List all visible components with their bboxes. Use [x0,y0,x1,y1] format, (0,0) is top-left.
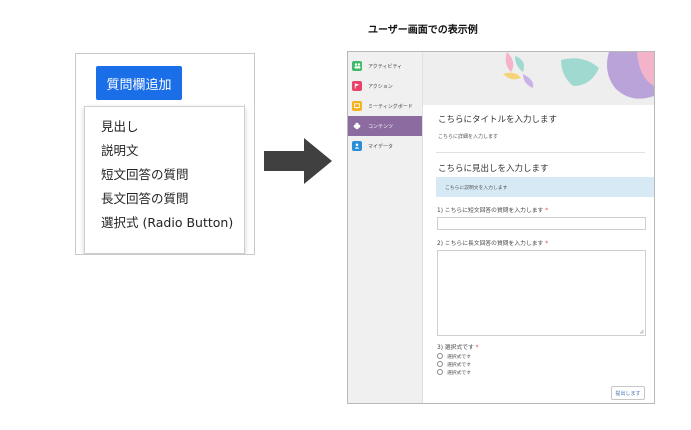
content-detail: こちらに詳細を入力します [438,134,499,140]
radio-button[interactable] [437,353,443,359]
description-text: こちらに説明文を入力します [445,185,508,191]
menu-item-long-answer[interactable]: 長文回答の質問 [85,187,244,211]
question-type-menu: 見出し 説明文 短文回答の質問 長文回答の質問 選択式 (Radio Butto… [84,106,245,254]
divider [436,152,645,153]
menu-item-heading[interactable]: 見出し [85,115,244,139]
add-question-button[interactable]: 質問欄追加 [96,66,182,100]
content-heading: こちらに見出しを入力します [438,164,549,174]
radio-option-label: 選択式です [447,354,471,360]
required-mark: * [545,241,549,247]
question-choice-label: 3) 選択式です * [437,342,479,351]
sidebar-item-label: コンテンツ [368,123,394,130]
description-box: こちらに説明文を入力します [436,177,654,197]
content-title: こちらにタイトルを入力します [438,115,558,125]
add-question-menu-screenshot: 質問欄追加 見出し 説明文 短文回答の質問 長文回答の質問 選択式 (Radio… [75,53,255,255]
long-answer-textarea[interactable] [437,250,646,336]
required-mark: * [475,345,479,351]
question-short-text: 1) こちらに短文回答の質問を入力します [437,208,544,214]
sidebar-item-contents[interactable]: コンテンツ [348,116,422,136]
question-long-label: 2) こちらに長文回答の質問を入力します * [437,238,548,247]
people-icon [352,61,362,71]
sidebar-item-action[interactable]: アクション [348,76,422,96]
question-short-label: 1) こちらに短文回答の質問を入力します * [437,205,548,214]
question-choice-text: 3) 選択式です [437,345,474,351]
person-icon [352,141,362,151]
board-icon [352,101,362,111]
sidebar-item-label: アクション [368,83,393,90]
user-view-preview: アクティビティ アクション ミーティングボード コンテンツ マイデータ こちらに… [347,51,655,404]
sidebar-item-label: マイデータ [368,143,394,150]
background-divider [244,104,254,254]
right-arrow-icon [264,138,332,184]
submit-button[interactable]: 提出します [611,386,645,400]
required-mark: * [545,208,549,214]
flower-icon [352,121,362,131]
question-long-text: 2) こちらに長文回答の質問を入力します [437,241,544,247]
sidebar-item-activity[interactable]: アクティビティ [348,56,422,76]
radio-option-label: 選択式です [447,362,471,368]
sidebar-item-meeting-board[interactable]: ミーティングボード [348,96,422,116]
menu-item-description[interactable]: 説明文 [85,139,244,163]
radio-group: 選択式です 選択式です 選択式です [437,352,471,376]
radio-option[interactable]: 選択式です [437,368,471,376]
menu-item-radio[interactable]: 選択式 (Radio Button) [85,211,244,235]
sidebar-item-label: ミーティングボード [368,103,413,110]
sidebar-item-my-data[interactable]: マイデータ [348,136,422,156]
sidebar-item-label: アクティビティ [368,63,403,70]
radio-option[interactable]: 選択式です [437,360,471,368]
content-banner-image [423,52,654,105]
preview-caption: ユーザー画面での表示例 [368,25,478,36]
radio-option[interactable]: 選択式です [437,352,471,360]
sidebar: アクティビティ アクション ミーティングボード コンテンツ マイデータ [348,52,423,403]
content-body: こちらにタイトルを入力します こちらに詳細を入力します こちらに見出しを入力しま… [423,105,654,403]
flag-icon [352,81,362,91]
banner-illustration [423,52,654,105]
short-answer-input[interactable] [437,217,646,230]
menu-item-short-answer[interactable]: 短文回答の質問 [85,163,244,187]
radio-button[interactable] [437,369,443,375]
radio-option-label: 選択式です [447,370,471,376]
resize-handle-icon[interactable] [639,329,644,334]
radio-button[interactable] [437,361,443,367]
